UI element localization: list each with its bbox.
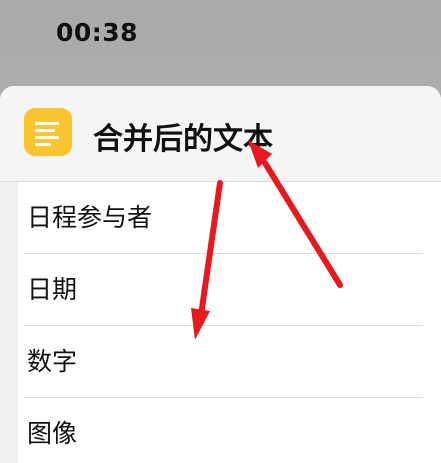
- sheet-title: 合并后的文本: [93, 122, 273, 157]
- text-document-icon: [24, 108, 72, 156]
- list-item-label: 日程参与者: [27, 203, 153, 232]
- baidu-watermark: Bai 经验: [320, 405, 430, 453]
- watermark-text: Bai 经验: [326, 427, 401, 448]
- list-item-label: 图像: [27, 419, 78, 448]
- list-item-calendar-attendees[interactable]: 日程参与者: [24, 182, 423, 254]
- list-item-number[interactable]: 数字: [24, 326, 423, 398]
- list-item-label: 数字: [27, 347, 78, 376]
- list-item-date[interactable]: 日期: [24, 254, 423, 326]
- sheet-header: 合并后的文本: [0, 86, 441, 182]
- status-time: 00:38: [56, 18, 139, 47]
- list-item-label: 日期: [27, 275, 78, 304]
